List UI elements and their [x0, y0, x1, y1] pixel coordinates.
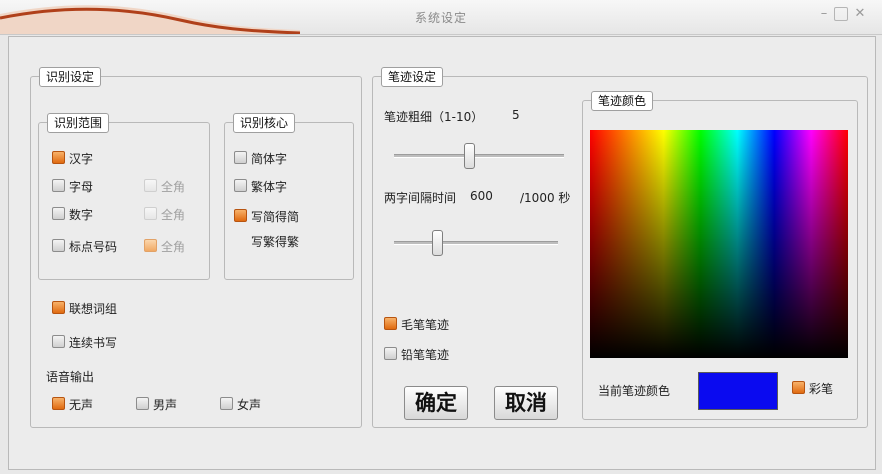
title-bar[interactable]: 系统设定 – ✕: [0, 0, 882, 35]
checkbox-label: 写简得简: [251, 210, 300, 224]
interval-label: 两字间隔时间: [384, 191, 457, 205]
checkbox-box: [52, 151, 65, 164]
checkbox-box: [234, 209, 247, 222]
write-traditional-note: 写繁得繁: [251, 235, 300, 249]
radio-female-voice[interactable]: 女声: [220, 396, 261, 414]
checkbox-box: [144, 179, 157, 192]
checkbox-label: 繁体字: [251, 180, 288, 194]
checkbox-box: [52, 397, 65, 410]
range-legend: 识别范围: [47, 113, 110, 133]
checkbox-box: [52, 239, 65, 252]
ok-button[interactable]: 确定: [404, 386, 468, 420]
checkbox-box: [234, 179, 247, 192]
checkbox-label: 铅笔笔迹: [401, 348, 450, 362]
checkbox-pencil[interactable]: 铅笔笔迹: [384, 346, 449, 364]
checkbox-digits-fullwidth[interactable]: 全角: [144, 206, 185, 224]
checkbox-punctuation-fullwidth[interactable]: 全角: [144, 238, 185, 256]
checkbox-label: 数字: [69, 208, 94, 222]
checkbox-label: 男声: [153, 398, 178, 412]
thickness-slider-thumb[interactable]: [464, 143, 475, 169]
checkbox-box: [52, 179, 65, 192]
thickness-slider-track[interactable]: [394, 154, 564, 158]
checkbox-label: 全角: [161, 180, 186, 194]
checkbox-label: 字母: [69, 180, 94, 194]
checkbox-box: [384, 347, 397, 360]
checkbox-label: 全角: [161, 240, 186, 254]
thickness-value: 5: [512, 108, 520, 122]
interval-slider-track[interactable]: [394, 241, 558, 245]
checkbox-digits[interactable]: 数字: [52, 206, 93, 224]
checkbox-label: 简体字: [251, 152, 288, 166]
checkbox-box: [136, 397, 149, 410]
checkbox-label: 无声: [69, 398, 94, 412]
checkbox-label: 连续书写: [69, 336, 118, 350]
checkbox-label: 全角: [161, 208, 186, 222]
checkbox-label: 毛笔笔迹: [401, 318, 450, 332]
window-title: 系统设定: [414, 11, 467, 25]
range-group: 识别范围: [38, 113, 210, 280]
checkbox-box: [384, 317, 397, 330]
radio-male-voice[interactable]: 男声: [136, 396, 177, 414]
core-legend: 识别核心: [233, 113, 296, 133]
checkbox-write-as-is[interactable]: 写简得简: [234, 208, 299, 226]
checkbox-box: [52, 335, 65, 348]
checkbox-box: [234, 151, 247, 164]
checkbox-letters-fullwidth[interactable]: 全角: [144, 178, 185, 196]
stroke-legend: 笔迹设定: [381, 67, 444, 87]
checkbox-simplified[interactable]: 简体字: [234, 150, 287, 168]
checkbox-letters[interactable]: 字母: [52, 178, 93, 196]
checkbox-box: [52, 301, 65, 314]
recognition-legend: 识别设定: [39, 67, 102, 87]
current-color-swatch: [698, 372, 778, 410]
core-group: 识别核心: [224, 113, 354, 280]
checkbox-hanzi[interactable]: 汉字: [52, 150, 93, 168]
current-color-label: 当前笔迹颜色: [598, 384, 671, 398]
checkbox-rainbow-pen[interactable]: 彩笔: [792, 380, 833, 398]
checkbox-traditional[interactable]: 繁体字: [234, 178, 287, 196]
close-icon[interactable]: ✕: [852, 6, 868, 22]
voice-output-label: 语音输出: [46, 370, 95, 384]
checkbox-label: 彩笔: [809, 382, 834, 396]
checkbox-box: [144, 239, 157, 252]
checkbox-label: 汉字: [69, 152, 94, 166]
checkbox-brush[interactable]: 毛笔笔迹: [384, 316, 449, 334]
checkbox-box: [52, 207, 65, 220]
checkbox-label: 标点号码: [69, 240, 118, 254]
maximize-icon[interactable]: [834, 7, 848, 21]
interval-unit: /1000 秒: [520, 191, 571, 205]
thickness-label: 笔迹粗细（1-10）: [384, 110, 484, 124]
checkbox-box: [220, 397, 233, 410]
radio-silent[interactable]: 无声: [52, 396, 93, 414]
checkbox-label: 女声: [237, 398, 262, 412]
checkbox-box: [792, 381, 805, 394]
cancel-button[interactable]: 取消: [494, 386, 558, 420]
color-spectrum-picker[interactable]: [590, 130, 848, 358]
checkbox-box: [144, 207, 157, 220]
minimize-icon[interactable]: –: [816, 6, 832, 22]
checkbox-punctuation[interactable]: 标点号码: [52, 238, 117, 256]
interval-slider-thumb[interactable]: [432, 230, 443, 256]
checkbox-continuous[interactable]: 连续书写: [52, 334, 117, 352]
color-legend: 笔迹颜色: [591, 91, 654, 111]
checkbox-label: 联想词组: [69, 302, 118, 316]
checkbox-association[interactable]: 联想词组: [52, 300, 117, 318]
interval-value: 600: [470, 189, 493, 203]
settings-window: 系统设定 – ✕ 识别设定 识别范围 汉字 字母 数字 标点号码 全角 全角 全…: [0, 0, 882, 474]
